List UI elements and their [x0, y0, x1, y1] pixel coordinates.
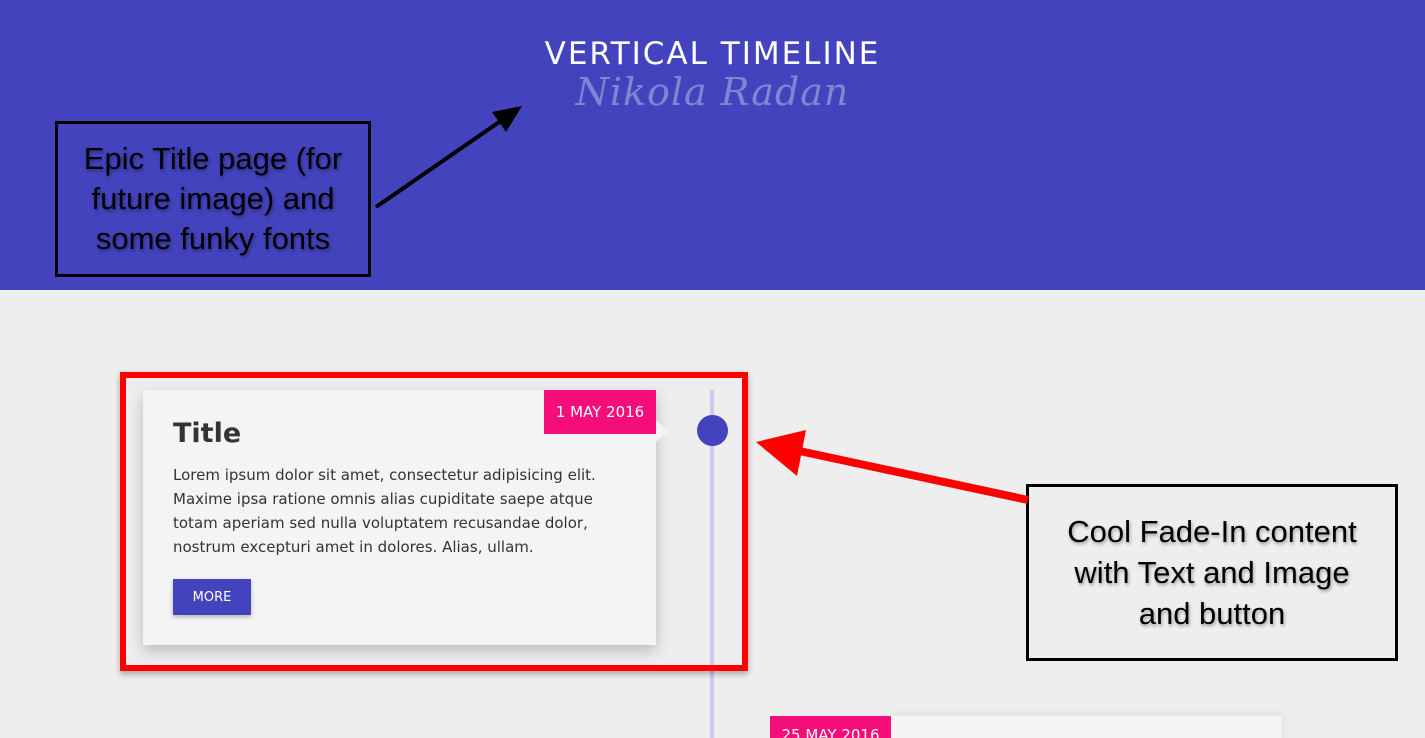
- red-arrowhead-icon: [756, 430, 806, 476]
- black-arrowhead-icon: [492, 106, 522, 132]
- red-arrow-line: [789, 445, 1029, 504]
- annotation-arrows: [374, 106, 1029, 504]
- page: VERTICAL TIMELINE Nikola Radan Epic Titl…: [0, 0, 1425, 738]
- black-arrow-line: [374, 116, 507, 209]
